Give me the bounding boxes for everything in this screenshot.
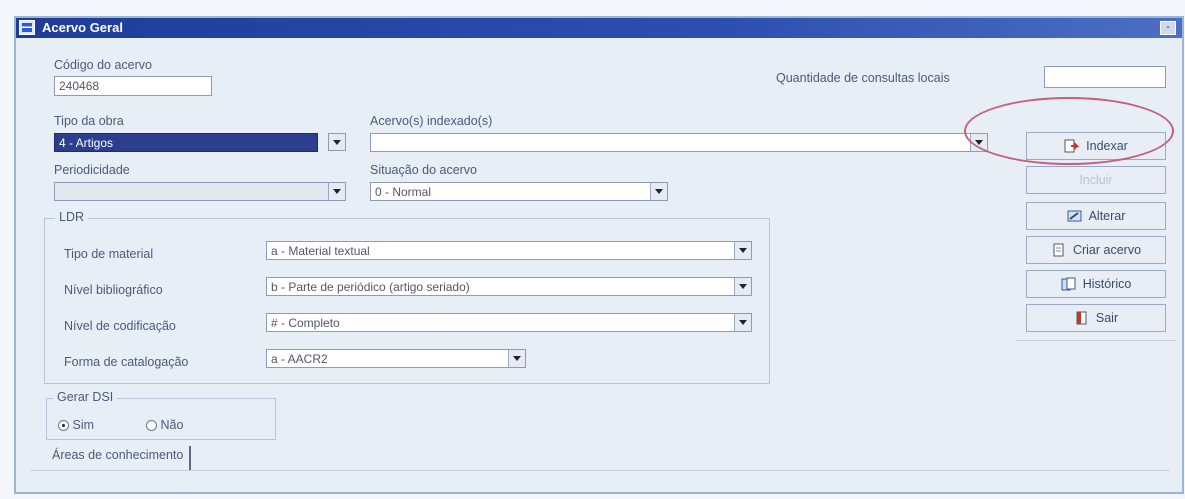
dsi-nao-label: Não [160,418,184,432]
dsi-sim-radio[interactable] [58,420,69,432]
historico-icon [1061,277,1077,291]
tab-areas-label: Áreas de conhecimento [52,448,184,462]
alterar-icon [1067,209,1083,223]
periodicidade-label: Periodicidade [54,163,130,177]
periodicidade-dropdown-icon [328,183,345,200]
nivel-cod-dropdown-icon[interactable] [734,314,751,331]
tipo-obra-label: Tipo da obra [54,114,124,128]
acervos-label: Acervo(s) indexado(s) [370,114,493,128]
window-title: Acervo Geral [42,20,123,35]
acervo-geral-window: Acervo Geral - Código do acervo 240468 Q… [14,16,1184,494]
nivel-cod-label: Nível de codificação [64,319,176,333]
historico-button[interactable]: Histórico [1026,270,1166,298]
situacao-value: 0 - Normal [375,185,432,199]
criar-acervo-button[interactable]: Criar acervo [1026,236,1166,264]
forma-cat-value: a - AACR2 [271,352,328,366]
tipo-material-label: Tipo de material [64,247,154,261]
tab-divider [30,470,1170,471]
periodicidade-select [54,182,346,201]
dsi-nao-radio[interactable] [146,420,157,432]
dsi-sim-label: Sim [72,418,95,432]
dsi-title: Gerar DSI [53,390,118,404]
nivel-bib-label: Nível bibliográfico [64,283,163,297]
title-bar[interactable]: Acervo Geral - [16,18,1182,38]
nivel-bib-select[interactable]: b - Parte de periódico (artigo seriado) [266,277,752,296]
alterar-button[interactable]: Alterar [1026,202,1166,230]
quantidade-field[interactable] [1044,66,1166,88]
tab-areas-conhecimento[interactable]: Áreas de conhecimento [46,446,192,470]
historico-label: Histórico [1082,277,1132,291]
situacao-dropdown-icon[interactable] [650,183,667,200]
highlight-annotation [964,97,1174,165]
button-panel-divider [1016,340,1176,341]
forma-cat-dropdown-icon[interactable] [508,350,525,367]
acervos-select[interactable] [370,133,988,152]
quantidade-label: Quantidade de consultas locais [776,71,950,85]
tipo-material-value: a - Material textual [271,244,370,258]
criar-acervo-icon [1051,243,1067,257]
tipo-obra-dropdown-icon[interactable] [328,133,346,151]
sair-icon [1074,311,1090,325]
codigo-label: Código do acervo [54,58,152,72]
tipo-material-dropdown-icon[interactable] [734,242,751,259]
tipo-obra-select[interactable]: 4 - Artigos [54,133,318,152]
forma-cat-label: Forma de catalogação [64,355,189,369]
incluir-label: Incluir [1079,173,1113,187]
incluir-button: Incluir [1026,166,1166,194]
nivel-cod-value: # - Completo [271,316,340,330]
codigo-field[interactable]: 240468 [54,76,212,96]
alterar-label: Alterar [1088,209,1126,223]
dsi-sim-option[interactable]: Sim [58,418,94,432]
nivel-bib-value: b - Parte de periódico (artigo seriado) [271,280,470,294]
nivel-bib-dropdown-icon[interactable] [734,278,751,295]
situacao-select[interactable]: 0 - Normal [370,182,668,201]
sair-label: Sair [1095,311,1119,325]
criar-acervo-label: Criar acervo [1072,243,1142,257]
sair-button[interactable]: Sair [1026,304,1166,332]
forma-cat-select[interactable]: a - AACR2 [266,349,526,368]
minimize-button[interactable]: - [1160,21,1176,35]
dsi-nao-option[interactable]: Não [146,418,183,432]
tipo-material-select[interactable]: a - Material textual [266,241,752,260]
situacao-label: Situação do acervo [370,163,478,177]
nivel-cod-select[interactable]: # - Completo [266,313,752,332]
app-icon [19,20,35,35]
ldr-title: LDR [55,210,89,224]
